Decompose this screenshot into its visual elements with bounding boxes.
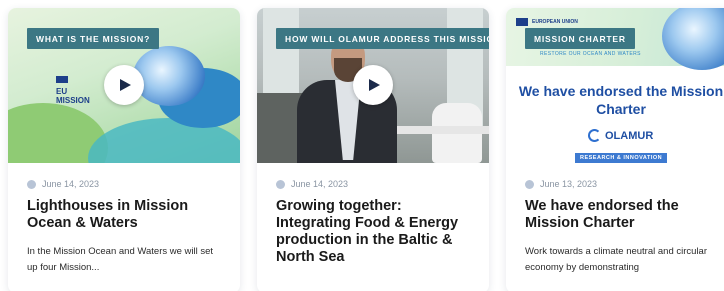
- card-title[interactable]: Growing together: Integrating Food & Ene…: [276, 198, 473, 266]
- play-button[interactable]: [353, 65, 393, 105]
- card-thumbnail[interactable]: HOW WILL OLAMUR ADDRESS THIS MISSION?: [257, 8, 489, 163]
- card-tag: HOW WILL OLAMUR ADDRESS THIS MISSION?: [276, 28, 489, 49]
- olamur-logo-icon: [588, 129, 601, 142]
- card-excerpt: In the Mission Ocean and Waters we will …: [27, 246, 214, 273]
- research-innovation-badge: RESEARCH & INNOVATION: [575, 153, 668, 163]
- card-title[interactable]: We have endorsed the Mission Charter: [525, 198, 720, 232]
- post-date: June 14, 2023: [27, 179, 224, 189]
- card-tag: WHAT IS THE MISSION?: [27, 28, 160, 49]
- card-tag: MISSION CHARTER: [525, 28, 635, 49]
- card-thumbnail[interactable]: EUROPEAN UNION RESTORE OUR OCEAN AND WAT…: [506, 8, 724, 163]
- calendar-dot-icon: [27, 179, 36, 189]
- play-icon: [120, 79, 131, 91]
- card-excerpt: Work towards a climate neutral and circu…: [525, 246, 707, 273]
- eu-flag-icon: [56, 76, 68, 83]
- news-card-lighthouses[interactable]: EU MISSION WHAT IS THE MISSION? June 14,…: [8, 8, 240, 291]
- card-thumbnail[interactable]: EU MISSION WHAT IS THE MISSION?: [8, 8, 240, 163]
- play-icon: [369, 79, 380, 91]
- fish-school-image: [133, 46, 205, 106]
- post-date: June 13, 2023: [525, 179, 720, 189]
- calendar-dot-icon: [276, 179, 285, 189]
- eu-mission-logo: EU MISSION: [56, 76, 110, 105]
- charter-headline: We have endorsed the Mission Charter: [518, 83, 724, 117]
- post-date: June 14, 2023: [276, 179, 473, 189]
- news-card-mission-charter[interactable]: EUROPEAN UNION RESTORE OUR OCEAN AND WAT…: [506, 8, 724, 291]
- calendar-dot-icon: [525, 179, 534, 189]
- olamur-logo: OLAMUR: [588, 129, 653, 142]
- news-card-growing-together[interactable]: HOW WILL OLAMUR ADDRESS THIS MISSION? Ju…: [257, 8, 489, 291]
- table: [397, 126, 489, 134]
- eu-label: EUROPEAN UNION: [516, 18, 578, 26]
- card-title[interactable]: Lighthouses in Mission Ocean & Waters: [27, 198, 224, 232]
- eu-flag-icon: [516, 18, 528, 26]
- play-button[interactable]: [104, 65, 144, 105]
- restore-label: RESTORE OUR OCEAN AND WATERS: [540, 51, 641, 57]
